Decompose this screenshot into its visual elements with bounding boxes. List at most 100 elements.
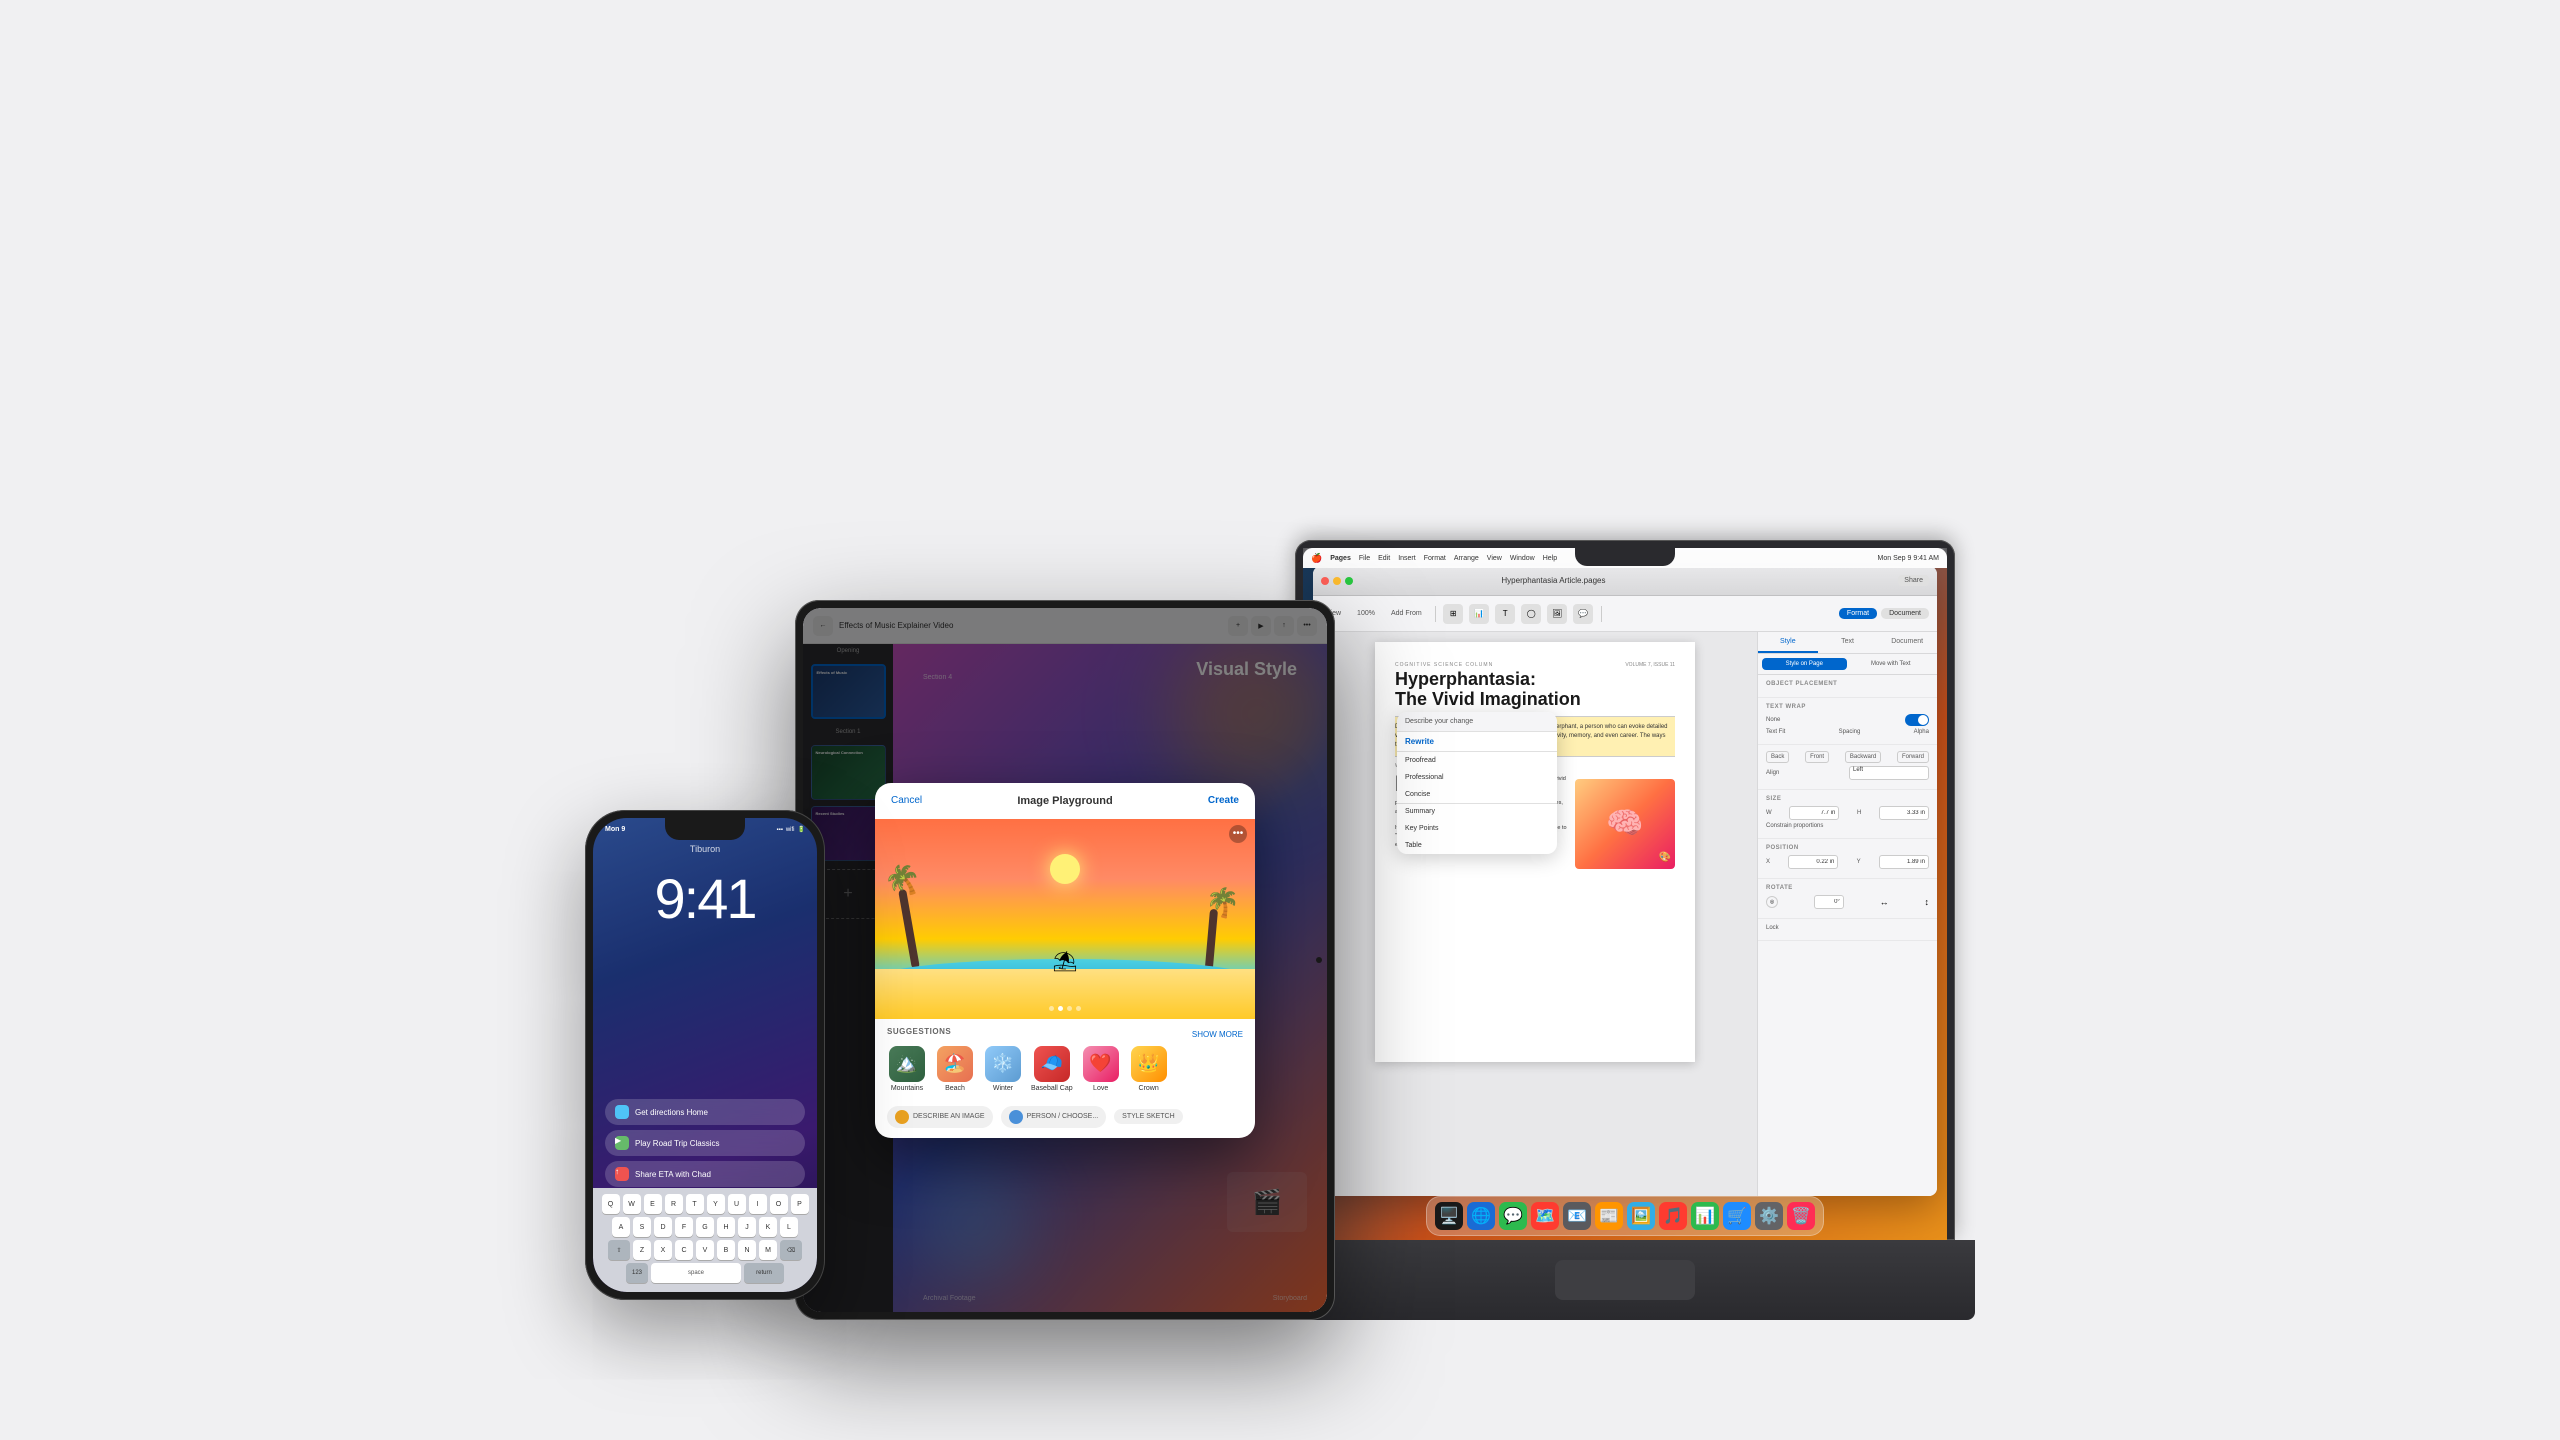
popover-summary[interactable]: Summary	[1397, 803, 1557, 820]
key-space[interactable]: space	[651, 1263, 741, 1283]
key-s[interactable]: S	[633, 1217, 651, 1237]
dock-safari[interactable]: 🌐	[1467, 1202, 1495, 1230]
popover-concise[interactable]: Concise	[1397, 786, 1557, 803]
subtab-move-with-text[interactable]: Move with Text	[1849, 658, 1934, 670]
style-sketch-button[interactable]: STYLE SKETCH	[1114, 1109, 1183, 1124]
menu-arrange[interactable]: Arrange	[1454, 555, 1479, 562]
key-123[interactable]: 123	[626, 1263, 648, 1283]
flip-h-icon[interactable]: ↔	[1880, 897, 1889, 907]
key-delete[interactable]: ⌫	[780, 1240, 802, 1260]
key-d[interactable]: D	[654, 1217, 672, 1237]
align-select[interactable]: Left	[1849, 766, 1929, 780]
suggestion-beach[interactable]: 🏖️ Beach	[935, 1046, 975, 1092]
key-z[interactable]: Z	[633, 1240, 651, 1260]
forward-button[interactable]: Forward	[1897, 751, 1929, 763]
document-button[interactable]: Document	[1881, 608, 1929, 619]
zoom-button[interactable]	[1345, 577, 1353, 585]
popover-keypoints[interactable]: Key Points	[1397, 820, 1557, 837]
suggestion-love[interactable]: ❤️ Love	[1081, 1046, 1121, 1092]
key-x[interactable]: X	[654, 1240, 672, 1260]
tool-media[interactable]: 🖼	[1547, 604, 1567, 624]
key-t[interactable]: T	[686, 1194, 704, 1214]
tool-comment[interactable]: 💬	[1573, 604, 1593, 624]
app-menu-pages[interactable]: Pages	[1330, 555, 1351, 562]
tool-table[interactable]: ⊞	[1443, 604, 1463, 624]
front-button[interactable]: Front	[1805, 751, 1829, 763]
dock-mail[interactable]: 📧	[1563, 1202, 1591, 1230]
tab-text[interactable]: Text	[1818, 632, 1878, 653]
back-button[interactable]: Back	[1766, 751, 1789, 763]
key-p[interactable]: P	[791, 1194, 809, 1214]
key-k[interactable]: K	[759, 1217, 777, 1237]
siri-suggestion-directions[interactable]: Get directions Home	[605, 1099, 805, 1125]
key-b[interactable]: B	[717, 1240, 735, 1260]
person-button[interactable]: PERSON / CHOOSE...	[1001, 1106, 1107, 1128]
image-more-button[interactable]: •••	[1229, 825, 1247, 843]
key-u[interactable]: U	[728, 1194, 746, 1214]
menu-edit[interactable]: Edit	[1378, 555, 1390, 562]
key-h[interactable]: H	[717, 1217, 735, 1237]
share-button[interactable]: Share	[1898, 575, 1929, 586]
siri-suggestion-music[interactable]: ▶ Play Road Trip Classics	[605, 1130, 805, 1156]
key-i[interactable]: I	[749, 1194, 767, 1214]
height-input[interactable]	[1879, 806, 1929, 820]
show-more-button[interactable]: SHOW MORE	[1192, 1030, 1243, 1039]
dock-appstore[interactable]: 🛒	[1723, 1202, 1751, 1230]
menu-file[interactable]: File	[1359, 555, 1370, 562]
tab-document[interactable]: Document	[1877, 632, 1937, 653]
key-e[interactable]: E	[644, 1194, 662, 1214]
popover-professional[interactable]: Professional	[1397, 769, 1557, 786]
key-l[interactable]: L	[780, 1217, 798, 1237]
subtab-style-on-page[interactable]: Style on Page	[1762, 658, 1847, 670]
key-v[interactable]: V	[696, 1240, 714, 1260]
dock-finder[interactable]: 🖥️	[1435, 1202, 1463, 1230]
key-y[interactable]: Y	[707, 1194, 725, 1214]
dock-numbers[interactable]: 📊	[1691, 1202, 1719, 1230]
format-button[interactable]: Format	[1839, 608, 1877, 619]
menu-view[interactable]: View	[1487, 555, 1502, 562]
dock-maps[interactable]: 🗺️	[1531, 1202, 1559, 1230]
key-g[interactable]: G	[696, 1217, 714, 1237]
angle-input[interactable]	[1814, 895, 1844, 909]
menu-insert[interactable]: Insert	[1398, 555, 1416, 562]
key-q[interactable]: Q	[602, 1194, 620, 1214]
key-w[interactable]: W	[623, 1194, 641, 1214]
y-input[interactable]	[1879, 855, 1929, 869]
menu-help[interactable]: Help	[1543, 555, 1557, 562]
key-o[interactable]: O	[770, 1194, 788, 1214]
minimize-button[interactable]	[1333, 577, 1341, 585]
key-f[interactable]: F	[675, 1217, 693, 1237]
menu-format[interactable]: Format	[1424, 555, 1446, 562]
key-a[interactable]: A	[612, 1217, 630, 1237]
siri-suggestion-share[interactable]: ↑ Share ETA with Chad	[605, 1161, 805, 1187]
suggestion-winter[interactable]: ❄️ Winter	[983, 1046, 1023, 1092]
macbook-trackpad[interactable]	[1555, 1260, 1695, 1300]
create-button[interactable]: Create	[1208, 795, 1239, 806]
dock-messages[interactable]: 💬	[1499, 1202, 1527, 1230]
tool-shape[interactable]: ◯	[1521, 604, 1541, 624]
tool-text[interactable]: T	[1495, 604, 1515, 624]
tab-style[interactable]: Style	[1758, 632, 1818, 653]
popover-proofread[interactable]: Proofread	[1397, 752, 1557, 769]
dock-photos[interactable]: 🖼️	[1627, 1202, 1655, 1230]
key-return[interactable]: return	[744, 1263, 784, 1283]
key-r[interactable]: R	[665, 1194, 683, 1214]
rewrite-option[interactable]: Rewrite	[1397, 732, 1557, 751]
key-shift[interactable]: ⇧	[608, 1240, 630, 1260]
apple-menu[interactable]: 🍎	[1311, 553, 1322, 564]
x-input[interactable]	[1788, 855, 1838, 869]
popover-table[interactable]: Table	[1397, 837, 1557, 854]
key-n[interactable]: N	[738, 1240, 756, 1260]
dock-settings[interactable]: ⚙️	[1755, 1202, 1783, 1230]
tool-chart[interactable]: 📊	[1469, 604, 1489, 624]
flip-v-icon[interactable]: ↕	[1924, 897, 1929, 907]
tool-addfrom[interactable]: Add From	[1386, 608, 1427, 619]
dock-news[interactable]: 📰	[1595, 1202, 1623, 1230]
text-wrap-toggle[interactable]	[1905, 714, 1929, 726]
key-m[interactable]: M	[759, 1240, 777, 1260]
close-button[interactable]	[1321, 577, 1329, 585]
describe-image-button[interactable]: DESCRIBE AN IMAGE	[887, 1106, 993, 1128]
cancel-button[interactable]: Cancel	[891, 795, 922, 806]
tool-zoom[interactable]: 100%	[1352, 608, 1380, 619]
width-input[interactable]	[1789, 806, 1839, 820]
